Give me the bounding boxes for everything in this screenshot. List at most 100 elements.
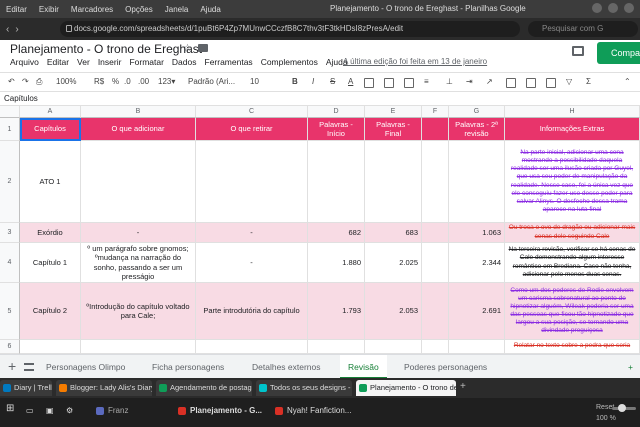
sheet-tab-ficha-personagens[interactable]: Ficha personagens bbox=[152, 355, 224, 379]
row-header-3[interactable]: 3 bbox=[0, 223, 20, 243]
row-header-5[interactable]: 5 bbox=[0, 283, 20, 340]
taskbar-nyah[interactable]: Nyah! Fanfiction... bbox=[275, 406, 351, 415]
menu-formatar[interactable]: Formatar bbox=[129, 57, 163, 67]
comment-icon[interactable] bbox=[572, 46, 584, 56]
cell-b2[interactable] bbox=[81, 141, 196, 223]
bold-button[interactable]: B bbox=[292, 77, 298, 86]
cell-d1[interactable]: Palavras - Início bbox=[308, 118, 365, 141]
fill-color-icon[interactable] bbox=[364, 78, 374, 88]
cell-a4[interactable]: Capítulo 1 bbox=[20, 243, 81, 283]
font-size-select[interactable]: 10 bbox=[250, 77, 259, 86]
os-menu-janela[interactable]: Janela bbox=[165, 5, 189, 14]
print-icon[interactable]: ⎙ bbox=[36, 77, 42, 87]
formula-bar[interactable]: Capítulos bbox=[0, 92, 640, 106]
menu-arquivo[interactable]: Arquivo bbox=[10, 57, 39, 67]
cell-f3[interactable] bbox=[422, 223, 449, 243]
folder-icon[interactable] bbox=[198, 44, 208, 52]
browser-tab-trello[interactable]: Diary | Trello bbox=[0, 380, 52, 396]
filter-icon[interactable]: ▽ bbox=[566, 77, 572, 86]
all-sheets-icon[interactable] bbox=[24, 363, 34, 371]
os-menu-marcadores[interactable]: Marcadores bbox=[71, 5, 113, 14]
sheet-tab-revisao[interactable]: Revisão bbox=[340, 355, 387, 379]
cell-e3[interactable]: 683 bbox=[365, 223, 422, 243]
undo-icon[interactable]: ↶ bbox=[8, 77, 15, 86]
col-header-e[interactable]: E bbox=[365, 106, 422, 118]
cell-d3[interactable]: 682 bbox=[308, 223, 365, 243]
sheet-tab-poderes-personagens[interactable]: Poderes personagens bbox=[404, 355, 487, 379]
cell-h2[interactable]: Na parte inicial, adicionar uma cena mos… bbox=[505, 141, 640, 223]
row-header-4[interactable]: 4 bbox=[0, 243, 20, 283]
cell-g1[interactable]: Palavras - 2ª revisão bbox=[449, 118, 505, 141]
star-icon[interactable]: ☆ bbox=[183, 43, 192, 54]
cell-d6[interactable] bbox=[308, 340, 365, 354]
cell-g2[interactable] bbox=[449, 141, 505, 223]
col-header-h[interactable]: H bbox=[505, 106, 640, 118]
files-icon[interactable]: ▭ bbox=[26, 406, 34, 415]
strike-button[interactable]: S bbox=[330, 77, 335, 86]
taskbar-franz[interactable]: Franz bbox=[96, 406, 128, 415]
merge-cells-icon[interactable] bbox=[404, 78, 414, 88]
close-icon[interactable] bbox=[624, 3, 634, 13]
cell-f2[interactable] bbox=[422, 141, 449, 223]
cell-c2[interactable] bbox=[196, 141, 308, 223]
cell-a3[interactable]: Exórdio bbox=[20, 223, 81, 243]
cell-a1[interactable]: Capítulos bbox=[20, 118, 81, 141]
cell-b1[interactable]: O que adicionar bbox=[81, 118, 196, 141]
cell-f1[interactable] bbox=[422, 118, 449, 141]
settings-icon[interactable]: ⚙ bbox=[66, 406, 73, 415]
increase-decimal-button[interactable]: .00 bbox=[138, 77, 149, 86]
os-menu-ajuda[interactable]: Ajuda bbox=[200, 5, 220, 14]
row-header-2[interactable]: 2 bbox=[0, 141, 20, 223]
browser-tab-canva[interactable]: Todos os seus designs - Ca bbox=[256, 380, 352, 396]
cell-f5[interactable] bbox=[422, 283, 449, 340]
share-button[interactable]: Compa bbox=[597, 42, 640, 64]
wrap-icon[interactable]: ⇥ bbox=[466, 77, 473, 86]
taskbar-planejamento[interactable]: Planejamento - G... bbox=[178, 406, 262, 415]
font-select[interactable]: Padrão (Ari... bbox=[188, 77, 235, 86]
browser-tab-agendamento[interactable]: Agendamento de postage bbox=[156, 380, 252, 396]
cell-e6[interactable] bbox=[365, 340, 422, 354]
number-format-select[interactable]: 123▾ bbox=[158, 77, 175, 86]
cell-f4[interactable] bbox=[422, 243, 449, 283]
decrease-decimal-button[interactable]: .0 bbox=[124, 77, 131, 86]
cell-b4[interactable]: º um parágrafo sobre gnomos; ºmudança na… bbox=[81, 243, 196, 283]
row-header-1[interactable]: 1 bbox=[0, 118, 20, 141]
cell-b5[interactable]: ºIntrodução do capítulo voltado para Cal… bbox=[81, 283, 196, 340]
back-arrow-icon[interactable]: ‹ bbox=[6, 24, 9, 35]
menu-ver[interactable]: Ver bbox=[77, 57, 90, 67]
col-header-a[interactable]: A bbox=[20, 106, 81, 118]
link-icon[interactable] bbox=[506, 78, 516, 88]
redo-icon[interactable]: ↷ bbox=[22, 77, 29, 86]
italic-button[interactable]: I bbox=[312, 77, 314, 86]
menu-editar[interactable]: Editar bbox=[47, 57, 69, 67]
menu-inserir[interactable]: Inserir bbox=[98, 57, 122, 67]
new-tab-icon[interactable]: + bbox=[460, 381, 466, 392]
cell-d4[interactable]: 1.880 bbox=[308, 243, 365, 283]
cell-c5[interactable]: Parte introdutória do capítulo bbox=[196, 283, 308, 340]
zoom-select[interactable]: 100% bbox=[56, 77, 76, 86]
cell-e1[interactable]: Palavras - Final bbox=[365, 118, 422, 141]
cell-a2[interactable]: ATO 1 bbox=[20, 141, 81, 223]
col-header-c[interactable]: C bbox=[196, 106, 308, 118]
cell-h4[interactable]: Na terceira revisão, verificar se há cen… bbox=[505, 243, 640, 283]
url-field[interactable]: docs.google.com/spreadsheets/d/1puBt6P4Z… bbox=[60, 21, 520, 37]
minimize-icon[interactable] bbox=[592, 3, 602, 13]
cell-h1[interactable]: Informações Extras bbox=[505, 118, 640, 141]
vertical-align-icon[interactable]: ⊥ bbox=[446, 77, 453, 86]
menu-complementos[interactable]: Complementos bbox=[261, 57, 318, 67]
rotate-icon[interactable]: ↗ bbox=[486, 77, 493, 86]
col-header-g[interactable]: G bbox=[449, 106, 505, 118]
zoom-slider-knob[interactable] bbox=[618, 404, 626, 412]
cell-h3[interactable]: Ou troca o ovo de dragão ou adicionar ma… bbox=[505, 223, 640, 243]
os-menu-editar[interactable]: Editar bbox=[6, 5, 27, 14]
cell-h5[interactable]: Como um dos poderes de Rodie envolvem um… bbox=[505, 283, 640, 340]
cell-e4[interactable]: 2.025 bbox=[365, 243, 422, 283]
doc-title[interactable]: Planejamento - O trono de Ereghast bbox=[10, 42, 202, 56]
forward-arrow-icon[interactable]: › bbox=[15, 24, 18, 35]
cell-g5[interactable]: 2.691 bbox=[449, 283, 505, 340]
col-header-f[interactable]: F bbox=[422, 106, 449, 118]
cell-e5[interactable]: 2.053 bbox=[365, 283, 422, 340]
cell-e2[interactable] bbox=[365, 141, 422, 223]
corner-select[interactable] bbox=[0, 106, 20, 118]
collapse-icon[interactable]: ⌃ bbox=[624, 77, 631, 86]
